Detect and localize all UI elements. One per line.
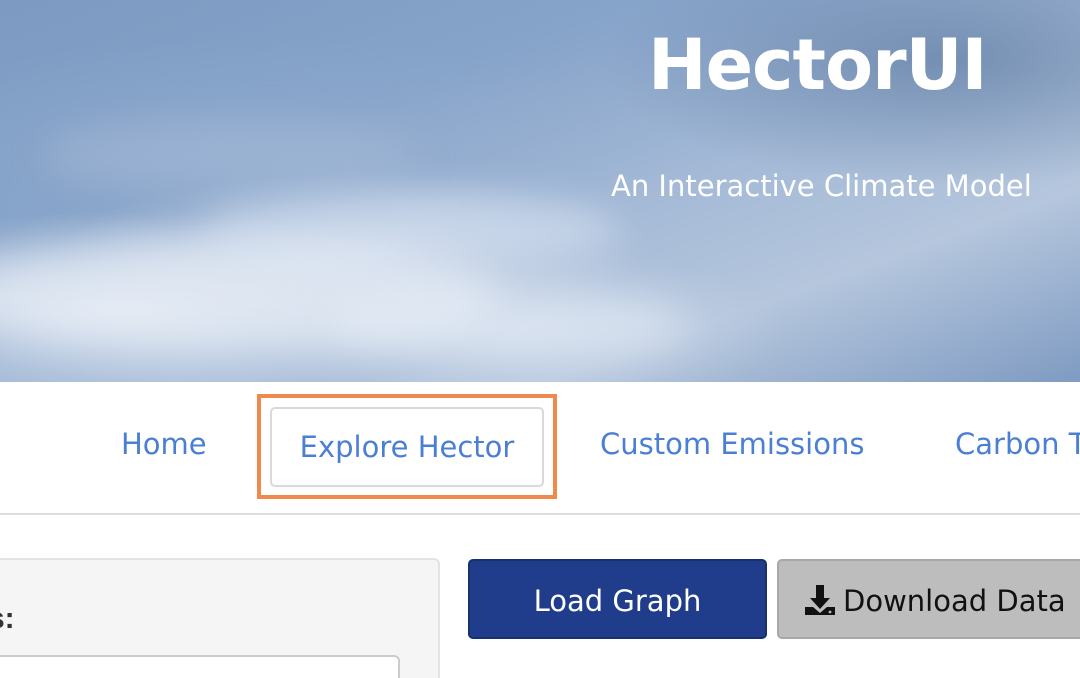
download-icon (805, 585, 835, 615)
hero-banner: HectorUI An Interactive Climate Model (0, 0, 1080, 382)
app-subtitle: An Interactive Climate Model (611, 169, 1032, 203)
app-title: HectorUI (648, 24, 988, 106)
nav-tabs: Home Explore Hector Custom Emissions Car… (0, 382, 1080, 515)
tab-home[interactable]: Home (121, 404, 207, 484)
tab-carbon[interactable]: Carbon T (955, 404, 1080, 484)
download-data-label: Download Data (843, 584, 1066, 618)
download-data-button[interactable]: Download Data (777, 559, 1080, 639)
sidebar-input[interactable] (0, 655, 400, 678)
tab-custom-emissions[interactable]: Custom Emissions (600, 404, 864, 484)
sidebar-label: s: (0, 602, 15, 635)
load-graph-label: Load Graph (533, 584, 702, 618)
page: HectorUI An Interactive Climate Model Ho… (0, 0, 1080, 678)
tab-explore-hector[interactable]: Explore Hector (270, 407, 544, 487)
load-graph-button[interactable]: Load Graph (468, 559, 767, 639)
